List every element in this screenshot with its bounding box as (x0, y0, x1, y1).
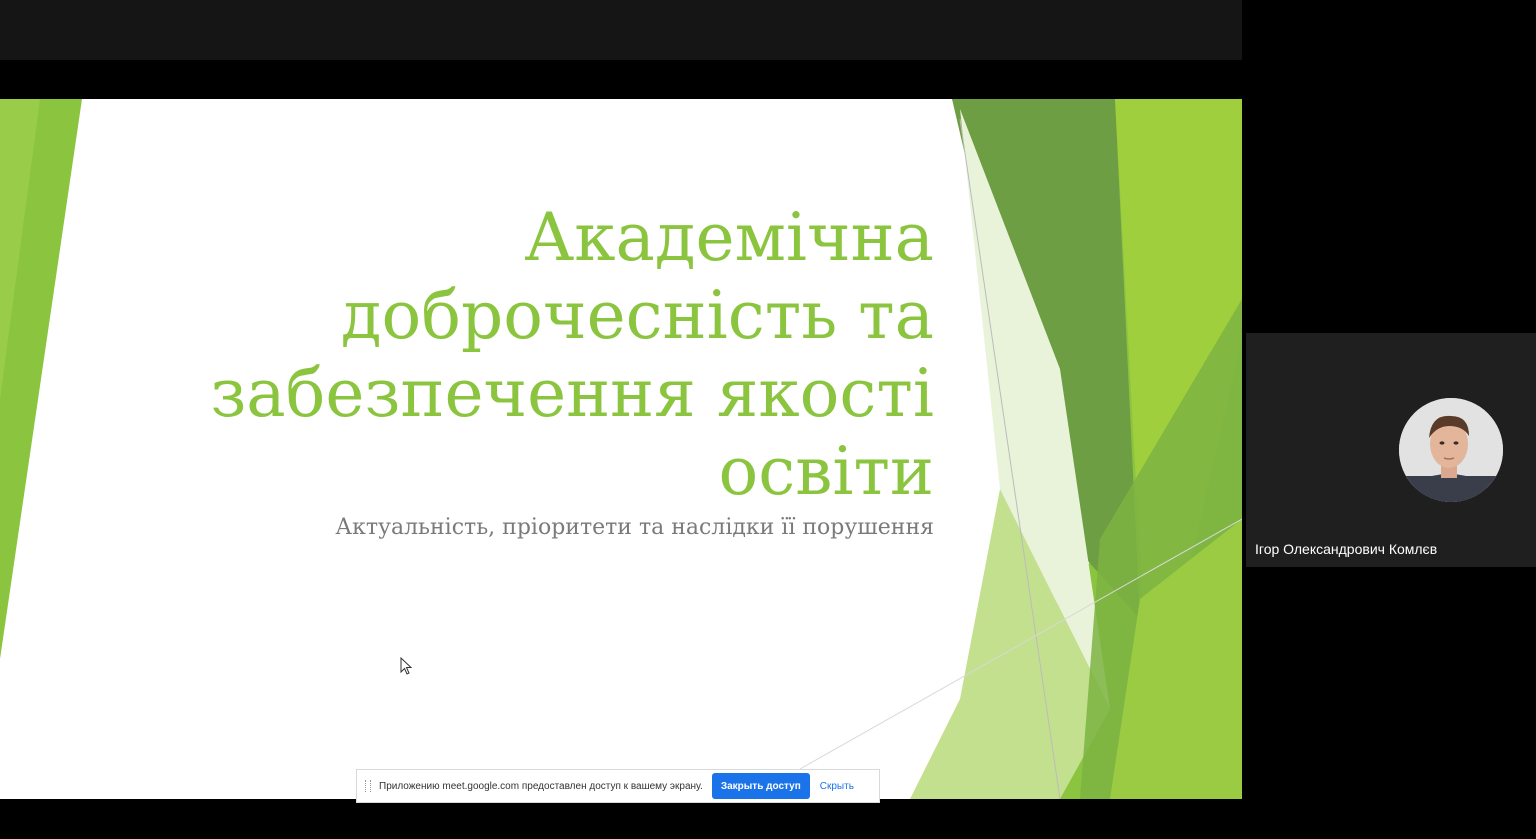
slide-title: Академічна доброчесність та забезпечення… (174, 199, 934, 511)
hide-button[interactable]: Скрыть (820, 781, 854, 792)
participant-name: Ігор Олександрович Комлєв (1255, 541, 1438, 557)
mouse-pointer-icon (400, 657, 412, 675)
drag-handle-icon[interactable] (365, 780, 371, 792)
share-message: Приложению meet.google.com предоставлен … (379, 780, 703, 792)
participant-tile[interactable]: Ігор Олександрович Комлєв (1246, 333, 1536, 567)
shared-screen-slide: Академічна доброчесність та забезпечення… (0, 99, 1242, 799)
avatar-image (1399, 398, 1503, 502)
avatar (1399, 398, 1503, 502)
slide-title-line: Академічна (524, 199, 934, 276)
meeting-stage: Академічна доброчесність та забезпечення… (0, 0, 1536, 839)
slide-title-line: освіти (718, 433, 934, 510)
slide-subtitle: Актуальність, пріоритети та наслідки її … (335, 515, 934, 540)
slide-title-line: доброчесність та (340, 277, 934, 354)
slide-title-line: забезпечення якості (210, 355, 934, 432)
top-bar (0, 0, 1242, 60)
stop-sharing-button[interactable]: Закрыть доступ (711, 773, 810, 799)
screen-share-notification: Приложению meet.google.com предоставлен … (356, 769, 880, 803)
